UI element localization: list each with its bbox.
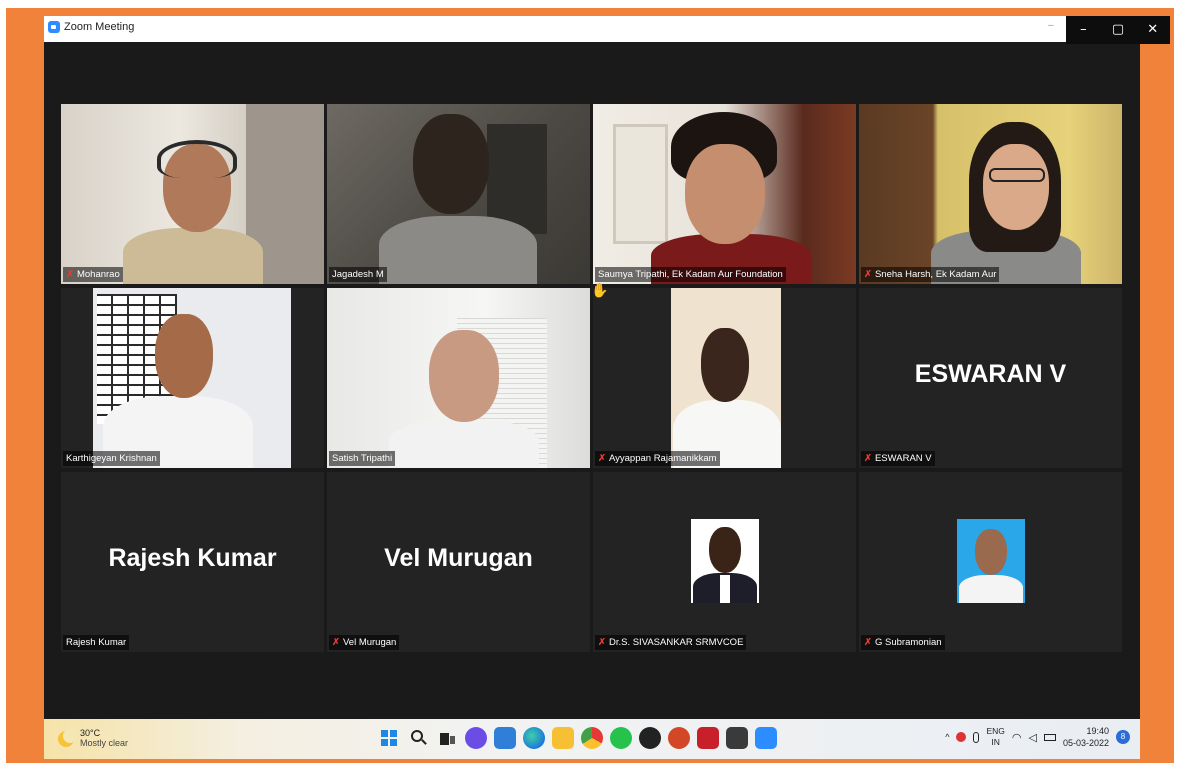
chat-icon[interactable] (465, 727, 487, 749)
file-explorer-icon[interactable] (552, 727, 574, 749)
show-hidden-icons-button[interactable]: ^ (945, 732, 949, 742)
participant-display-name: Vel Murugan (384, 544, 533, 572)
participant-name: ✗ G Subramonian (861, 635, 945, 650)
participant-name: ✗ Ayyappan Rajamanikkam (595, 451, 720, 466)
start-icon[interactable] (378, 727, 400, 749)
microphone-icon[interactable] (973, 731, 980, 743)
whatsapp-icon[interactable] (610, 727, 632, 749)
language-indicator[interactable]: ENG IN (986, 726, 1004, 748)
powerpoint-icon[interactable] (668, 727, 690, 749)
calculator-icon[interactable] (726, 727, 748, 749)
edge-icon[interactable] (523, 727, 545, 749)
profile-photo (957, 519, 1025, 603)
participant-name: Rajesh Kumar (63, 635, 130, 650)
search-icon[interactable] (407, 727, 429, 749)
widgets-icon[interactable] (494, 727, 516, 749)
participant-name: Karthigeyan Krishnan (63, 451, 160, 466)
acrobat-icon[interactable] (697, 727, 719, 749)
participant-tile[interactable]: ESWARAN V ✗ ESWARAN V (859, 288, 1122, 468)
weather-condition: Mostly clear (80, 738, 129, 748)
mouse-cursor-icon: ✋ (591, 282, 609, 298)
zoom-app-icon (48, 21, 60, 33)
volume-icon[interactable]: ◁ (1028, 731, 1036, 744)
close-button[interactable]: ✕ (1135, 16, 1170, 44)
mic-muted-icon: ✗ (864, 453, 872, 464)
participant-name: ✗ Dr.S. SIVASANKAR SRMVCOE (595, 635, 747, 650)
mic-muted-icon: ✗ (864, 637, 872, 648)
participant-name: ✗ ESWARAN V (861, 451, 935, 466)
mic-muted-icon: ✗ (332, 637, 340, 648)
participant-tile[interactable]: ✗ Mohanrao (61, 104, 324, 284)
zoom-icon[interactable] (755, 727, 777, 749)
clock[interactable]: 19:40 05-03-2022 (1063, 725, 1109, 749)
window-title: Zoom Meeting (64, 21, 135, 33)
participant-tile[interactable]: Saumya Tripathi, Ek Kadam Aur Foundation (593, 104, 856, 284)
notification-badge[interactable]: 8 (1116, 730, 1130, 744)
taskbar: 30°C Mostly clear ^ ENG IN ◠ ◁ 19:40 05-… (44, 719, 1140, 759)
participant-name: Saumya Tripathi, Ek Kadam Aur Foundation (595, 267, 786, 282)
pin-icon[interactable]: – (1048, 20, 1054, 31)
network-error-icon[interactable] (956, 732, 967, 742)
moon-icon (58, 728, 77, 747)
zoom-window: Zoom Meeting – – ▢ ✕ ✗ Mohanrao Jagadesh … (44, 16, 1170, 756)
participant-tile[interactable]: ✗ Dr.S. SIVASANKAR SRMVCOE (593, 472, 856, 652)
system-tray: ^ ENG IN ◠ ◁ 19:40 05-03-2022 8 (945, 725, 1130, 749)
taskbar-apps (378, 727, 777, 749)
wifi-icon[interactable]: ◠ (1012, 731, 1022, 744)
participant-tile[interactable]: ✗ Ayyappan Rajamanikkam (593, 288, 856, 468)
participant-display-name: Rajesh Kumar (108, 544, 277, 572)
participant-display-name: ESWARAN V (914, 360, 1067, 388)
weather-widget[interactable]: 30°C Mostly clear (58, 728, 128, 749)
restore-button[interactable]: ▢ (1101, 16, 1136, 44)
chrome-icon[interactable] (581, 727, 603, 749)
participant-tile[interactable]: Vel Murugan ✗ Vel Murugan (327, 472, 590, 652)
participant-name: ✗ Sneha Harsh, Ek Kadam Aur (861, 267, 1000, 282)
participant-tile[interactable]: ✗ G Subramonian (859, 472, 1122, 652)
window-controls: – ▢ ✕ (1066, 16, 1170, 44)
participant-name: ✗ Vel Murugan (329, 635, 400, 650)
mic-muted-icon: ✗ (66, 269, 74, 280)
participant-tile[interactable]: Karthigeyan Krishnan (61, 288, 324, 468)
participant-tile[interactable]: Satish Tripathi (327, 288, 590, 468)
battery-icon[interactable] (1043, 733, 1056, 741)
mic-muted-icon: ✗ (864, 269, 872, 280)
obs-icon[interactable] (639, 727, 661, 749)
participant-name: Satish Tripathi (329, 451, 396, 466)
title-bar[interactable]: Zoom Meeting – – ▢ ✕ (44, 16, 1170, 44)
minimize-button[interactable]: – (1066, 16, 1101, 44)
weather-temp: 30°C (80, 728, 101, 738)
profile-photo (691, 519, 759, 603)
participant-tile[interactable]: Rajesh Kumar Rajesh Kumar (61, 472, 324, 652)
mic-muted-icon: ✗ (598, 637, 606, 648)
task-view-icon[interactable] (436, 727, 458, 749)
participant-tile[interactable]: ✗ Sneha Harsh, Ek Kadam Aur (859, 104, 1122, 284)
participant-tile-active-speaker[interactable]: Jagadesh M (327, 104, 590, 284)
mic-muted-icon: ✗ (598, 453, 606, 464)
participant-name: Jagadesh M (329, 267, 387, 282)
participant-name: ✗ Mohanrao (63, 267, 123, 282)
